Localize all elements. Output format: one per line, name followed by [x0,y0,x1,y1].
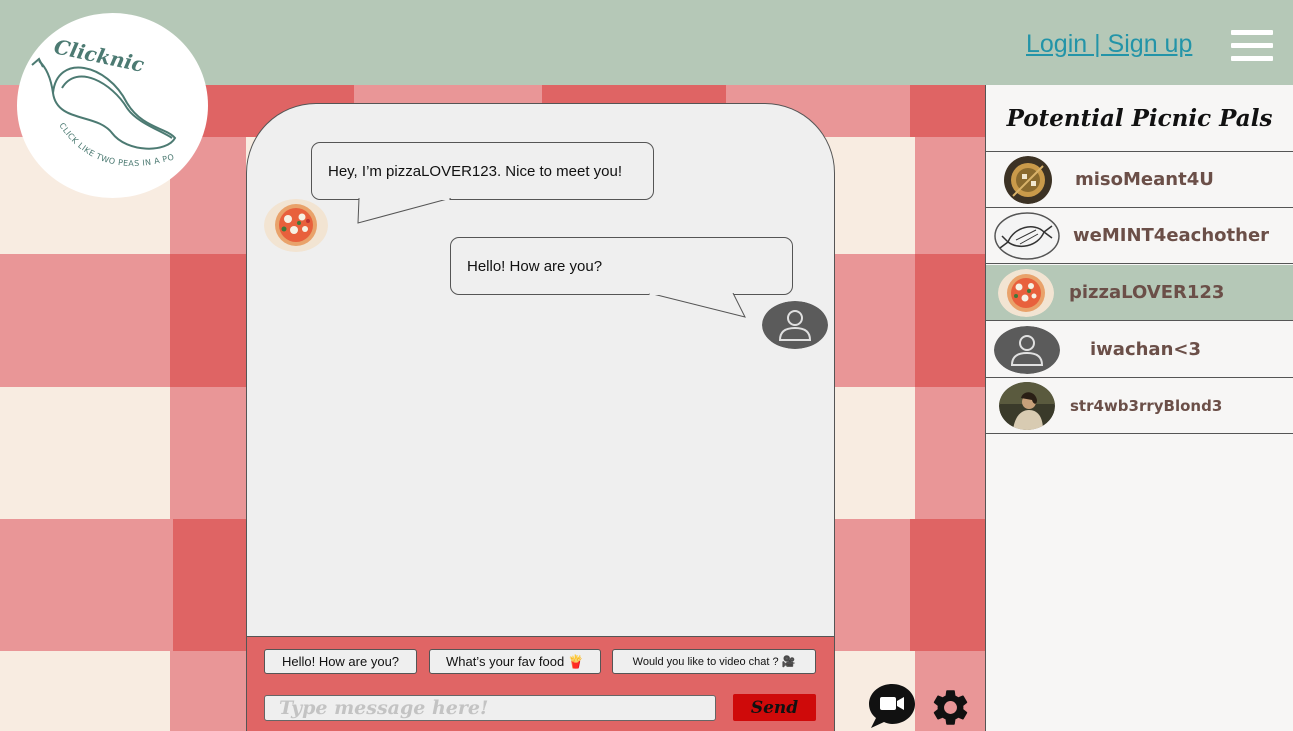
pal-item-pizzalover123[interactable]: pizzaLOVER123 [986,265,1293,321]
pal-item-misomeant4u[interactable]: misoMeant4U [986,152,1293,208]
pal-name: misoMeant4U [1075,169,1214,190]
message-text: Hello! How are you? [467,257,603,275]
bubble-tail [648,293,746,318]
quick-reply-greeting-button[interactable]: Hello! How are you? [264,649,417,674]
gear-icon[interactable] [929,686,972,729]
pal-item-iwachan[interactable]: iwachan<3 [986,322,1293,378]
pal-item-wemint4eachother[interactable]: weMINT4eachother [986,208,1293,264]
miso-soup-avatar [1003,156,1053,204]
bubble-tail [357,198,452,224]
message-input[interactable] [264,695,716,721]
pizza-avatar [998,269,1054,317]
chat-message-sent: Hello! How are you? [450,237,793,295]
login-signup-link[interactable]: Login | Sign up [1026,30,1192,59]
default-user-avatar[interactable] [762,301,828,349]
logo-tagline-text: CLICK LIKE TWO PEAS IN A POD [14,6,175,168]
chat-message-received: Hey, I’m pizzaLOVER123. Nice to meet you… [311,142,654,200]
pal-name: weMINT4eachother [1073,225,1270,246]
pal-name: iwachan<3 [1090,339,1201,360]
default-user-avatar [994,326,1060,374]
pal-item-str4wb3rryblond3[interactable]: str4wb3rryBlond3 [986,378,1293,434]
clicknic-logo[interactable]: Clicknic CLICK LIKE TWO PEAS IN A POD [14,6,208,198]
photo-avatar [999,382,1055,430]
pizza-avatar[interactable] [264,199,328,252]
pal-name: pizzaLOVER123 [1069,282,1225,303]
mint-candy-avatar [994,212,1060,260]
picnic-pals-sidebar: Potential Picnic Pals misoMeant4U weMINT… [985,85,1293,731]
hamburger-menu-icon[interactable] [1231,30,1273,62]
chat-window: Hey, I’m pizzaLOVER123. Nice to meet you… [246,103,835,731]
pea-pod-logo-icon: Clicknic CLICK LIKE TWO PEAS IN A POD [14,6,177,168]
chat-input-area: Hello! How are you? What’s your fav food… [247,636,834,731]
quick-reply-video-chat-button[interactable]: Would you like to video chat ? 🎥 [612,649,816,674]
send-button[interactable]: Send [733,694,816,721]
pal-name: str4wb3rryBlond3 [1070,396,1223,415]
message-text: Hey, I’m pizzaLOVER123. Nice to meet you… [328,162,623,180]
video-chat-icon[interactable] [867,682,917,730]
sidebar-title: Potential Picnic Pals [986,85,1293,152]
logo-tagline: CLICK LIKE TWO PEAS IN A POD [17,13,175,168]
quick-reply-food-button[interactable]: What’s your fav food 🍟 [429,649,601,674]
